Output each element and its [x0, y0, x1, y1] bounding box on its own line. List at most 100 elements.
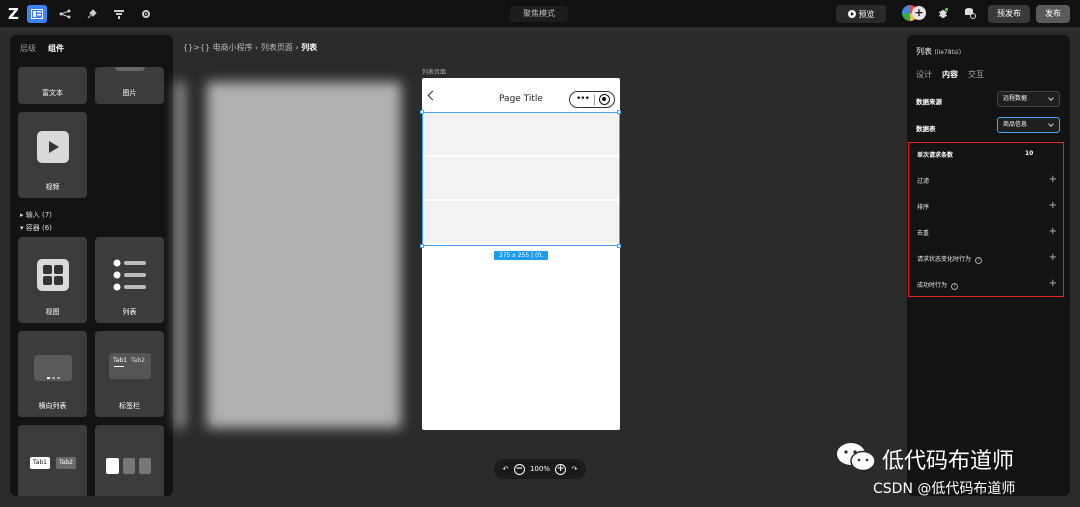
image-icon — [115, 67, 145, 71]
app-logo: Z — [8, 5, 19, 23]
add-status-action-icon[interactable]: + — [1049, 252, 1057, 263]
resize-handle[interactable] — [617, 244, 621, 248]
flow-button[interactable] — [55, 5, 75, 23]
prepublish-button[interactable]: 预发布 — [988, 5, 1030, 23]
close-icon[interactable] — [599, 94, 610, 105]
plugin-button[interactable] — [82, 5, 102, 23]
tab-interaction[interactable]: 交互 — [968, 69, 984, 80]
per-request-label: 单次请求条数 — [917, 152, 954, 159]
publish-button[interactable]: 发布 — [1036, 5, 1070, 23]
success-label: 成功时行为 — [917, 282, 948, 289]
mini-program-capsule[interactable]: ••• — [569, 91, 615, 108]
redo-icon[interactable]: ↷ — [571, 465, 577, 473]
group-container[interactable]: ▾ 容器 (6) — [20, 223, 52, 233]
property-tabs: 设计 内容 交互 — [916, 69, 984, 80]
breadcrumb-path[interactable]: {}>{} 电商小程序 › 列表页面 › — [183, 43, 301, 52]
add-success-action-icon[interactable]: + — [1049, 278, 1057, 289]
layout-icon — [31, 9, 43, 19]
tab-demo-1: Tab1 — [30, 457, 50, 469]
status-change-row: 请求状态变化时行为? + — [917, 252, 1057, 264]
success-row: 成功时行为? + — [917, 278, 1057, 290]
watermark-subtitle: CSDN @低代码布道师 — [873, 481, 1016, 497]
list-icon — [113, 259, 146, 291]
tabs-icon: Tab1 Tab2 — [109, 353, 151, 379]
add-dedupe-icon[interactable]: + — [1049, 226, 1057, 237]
tab-content[interactable]: 内容 — [942, 69, 958, 80]
dedupe-row: 去重 + — [917, 226, 1057, 237]
add-filter-icon[interactable]: + — [1049, 174, 1057, 185]
component-label: 图片 — [122, 89, 137, 97]
table-select[interactable]: 商品信息 — [997, 117, 1060, 133]
tab-demo-2: Tab2 — [56, 457, 76, 469]
component-view[interactable]: 视图 — [18, 237, 87, 323]
status-change-label: 请求状态变化时行为 — [917, 256, 972, 263]
database-icon — [114, 10, 124, 19]
component-list[interactable]: 列表 — [95, 237, 164, 323]
tab-design[interactable]: 设计 — [916, 69, 932, 80]
zoom-control: ↶ − 100% + ↷ — [494, 459, 586, 479]
zoom-out-icon[interactable]: − — [513, 463, 525, 475]
per-request-input[interactable]: 10 — [1025, 150, 1033, 157]
help-icon[interactable]: ? — [975, 257, 983, 264]
add-sort-icon[interactable]: + — [1049, 200, 1057, 211]
grid-icon — [37, 259, 69, 291]
component-video[interactable]: 视频 — [18, 112, 87, 198]
group-input[interactable]: ▸ 输入 (7) — [20, 210, 52, 220]
tab-layers[interactable]: 层级 — [20, 43, 36, 54]
settings-button[interactable] — [136, 5, 156, 23]
zoom-in-icon[interactable]: + — [555, 463, 567, 475]
filter-label: 过滤 — [917, 178, 930, 185]
top-toolbar: Z 聚焦模式 预览 + 预发布 发布 — [0, 0, 1080, 28]
preview-button[interactable]: 预览 — [836, 5, 886, 23]
resize-handle[interactable] — [617, 110, 621, 114]
swiper-icon — [106, 458, 119, 474]
bug-icon[interactable] — [936, 7, 950, 21]
dedupe-label: 去重 — [917, 230, 930, 237]
gear-icon — [142, 10, 150, 18]
watermark-title: 低代码布道师 — [882, 449, 1015, 474]
focus-mode-label[interactable]: 聚焦模式 — [510, 6, 568, 22]
per-request-row: 单次请求条数 10 — [917, 150, 1057, 159]
page-label: 列表页面 — [422, 69, 447, 76]
preview-label: 预览 — [858, 9, 875, 19]
breadcrumb: {}>{} 电商小程序 › 列表页面 › 列表 — [183, 42, 317, 53]
data-button[interactable] — [109, 5, 129, 23]
list-item[interactable] — [423, 157, 619, 199]
flow-icon — [59, 9, 71, 19]
help-icon[interactable]: ? — [951, 283, 959, 290]
tab-components[interactable]: 组件 — [48, 43, 64, 54]
cloud-settings-icon[interactable] — [963, 7, 977, 21]
data-source-select[interactable]: 远程数据 — [997, 91, 1060, 107]
chevron-down-icon — [1048, 121, 1054, 127]
layout-view-button[interactable] — [27, 5, 47, 23]
component-rich-text[interactable]: 富文本 — [18, 67, 87, 104]
ghost-page-left — [176, 82, 184, 428]
plug-icon — [87, 9, 97, 19]
list-item[interactable] — [423, 201, 619, 243]
left-panel-tabs: 层级 组件 — [20, 43, 64, 54]
list-component[interactable] — [422, 112, 620, 246]
sort-label: 排序 — [917, 204, 930, 211]
component-title: 列表 (lie78tsi) — [916, 47, 962, 56]
breadcrumb-current: 列表 — [301, 43, 318, 52]
component-horizontal-list[interactable]: 横向列表 — [18, 331, 87, 417]
component-image[interactable]: 图片 — [95, 67, 164, 104]
component-label: 列表 — [122, 308, 137, 316]
component-swiper[interactable] — [95, 425, 164, 496]
data-source-label: 数据来源 — [916, 98, 942, 106]
play-icon — [847, 10, 856, 18]
list-item[interactable] — [423, 113, 619, 155]
size-indicator: 375 x 255 | (0, 65) — [494, 251, 548, 268]
resize-handle[interactable] — [420, 244, 424, 248]
component-tabs[interactable]: Tab1 Tab2 — [18, 425, 87, 496]
add-collaborator-icon[interactable]: + — [912, 6, 926, 20]
undo-icon[interactable]: ↶ — [503, 465, 509, 473]
zoom-level: 100% — [529, 465, 550, 473]
table-label: 数据表 — [916, 125, 936, 133]
component-panel: 层级 组件 富文本 图片 视频 ▸ 输入 (7) ▾ 容器 (6) 视图 列表 — [10, 35, 173, 496]
resize-handle[interactable] — [420, 110, 424, 114]
carousel-icon — [34, 355, 72, 381]
component-tab-bar[interactable]: Tab1 Tab2 标签栏 — [95, 331, 164, 417]
more-icon[interactable]: ••• — [576, 95, 590, 104]
component-label: 富文本 — [42, 89, 63, 97]
